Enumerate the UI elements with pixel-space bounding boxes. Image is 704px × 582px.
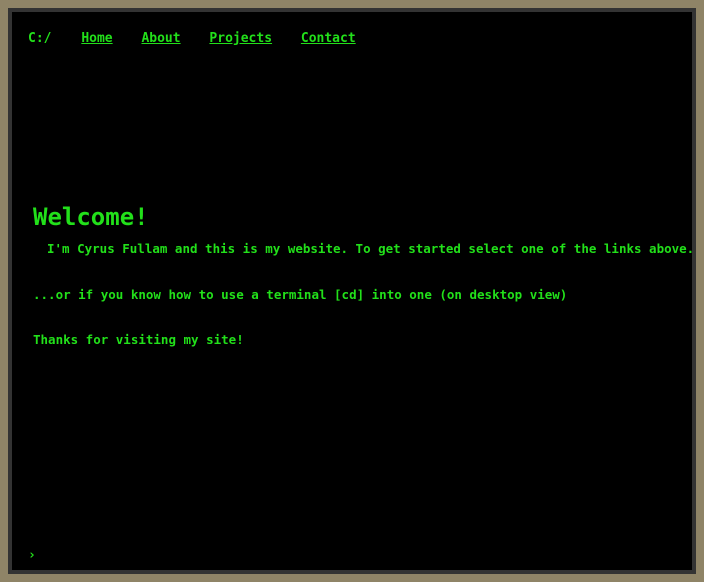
nav-link-about[interactable]: About <box>141 31 180 47</box>
nav-link-home[interactable]: Home <box>81 31 112 47</box>
thanks-text: Thanks for visiting my site! <box>33 332 244 347</box>
path-label: C:/ <box>28 31 52 46</box>
welcome-heading: Welcome! <box>33 203 149 231</box>
command-input[interactable]: › <box>28 548 36 564</box>
terminal-frame: C:/ Home About Projects Contact Welcome!… <box>8 8 696 574</box>
top-nav: C:/ Home About Projects Contact <box>28 31 377 47</box>
main-content: Welcome! I'm Cyrus Fullam and this is my… <box>33 202 694 347</box>
intro-text: I'm Cyrus Fullam and this is my website.… <box>47 241 695 256</box>
nav-link-projects[interactable]: Projects <box>209 31 272 47</box>
nav-link-contact[interactable]: Contact <box>301 31 356 47</box>
terminal-window: C:/ Home About Projects Contact Welcome!… <box>12 12 694 570</box>
terminal-hint-text: ...or if you know how to use a terminal … <box>33 287 568 302</box>
prompt-chevron-icon: › <box>28 548 36 563</box>
